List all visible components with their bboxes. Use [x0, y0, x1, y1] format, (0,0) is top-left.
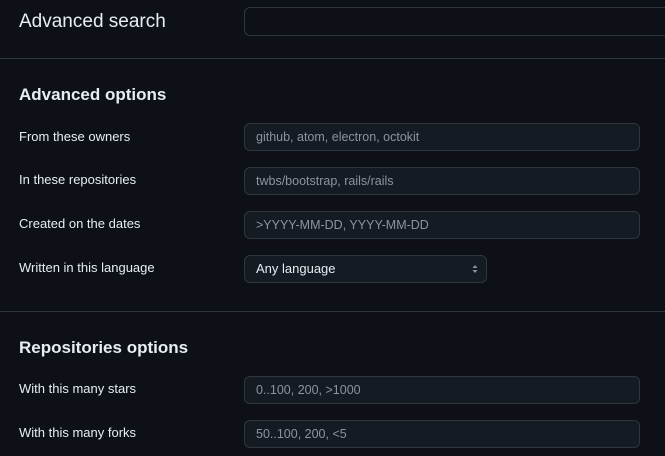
forks-label: With this many forks	[19, 425, 137, 440]
section-divider	[0, 311, 665, 312]
owners-input[interactable]	[244, 123, 640, 151]
language-label: Written in this language	[19, 260, 155, 275]
advanced-search-page: Advanced search Advanced options From th…	[0, 0, 665, 456]
dates-input[interactable]	[244, 211, 640, 239]
repositories-input[interactable]	[244, 167, 640, 195]
repositories-options-heading: Repositories options	[19, 338, 189, 357]
advanced-options-heading: Advanced options	[19, 85, 167, 104]
repositories-label: In these repositories	[19, 172, 137, 187]
stars-input[interactable]	[244, 376, 640, 404]
search-header: Advanced search	[0, 0, 665, 59]
stars-label: With this many stars	[19, 381, 137, 396]
chevron-up-down-icon	[472, 265, 478, 273]
language-select[interactable]: Any language	[244, 255, 487, 283]
forks-input[interactable]	[244, 420, 640, 448]
owners-label: From these owners	[19, 129, 131, 144]
page-title: Advanced search	[19, 11, 166, 32]
search-input[interactable]	[244, 7, 665, 36]
language-select-value: Any language	[256, 261, 336, 276]
dates-label: Created on the dates	[19, 216, 141, 231]
